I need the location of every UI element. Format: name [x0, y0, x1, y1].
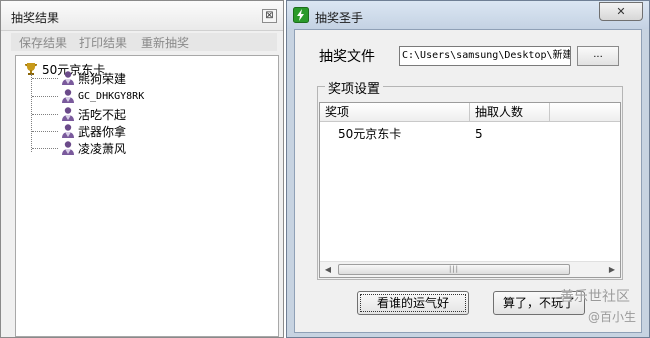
winner-name: 凌凌萧风 — [78, 141, 127, 156]
tree-item[interactable]: 凌凌萧风 — [32, 140, 126, 156]
prize-list[interactable]: 奖项 抽取人数 50元京东卡 5 ◀ ||| ▶ — [319, 102, 621, 278]
results-tree: 50元京东卡 熊狗荣建 GC_DHKGY8RK 活吃不起 武器你拿 凌凌萧风 — [15, 55, 279, 337]
browse-button[interactable]: ... — [577, 46, 619, 66]
lottery-titlebar: 抽奖圣手 ✕ — [287, 1, 649, 29]
results-titlebar: 抽奖结果 ⊠ — [1, 1, 283, 31]
draw-button[interactable]: 看谁的运气好 — [357, 291, 469, 315]
column-header-prize[interactable]: 奖项 — [320, 103, 470, 122]
tree-item[interactable]: 活吃不起 — [32, 106, 126, 122]
file-path-field[interactable]: C:\Users\samsung\Desktop\新建 — [399, 46, 571, 66]
winner-name: GC_DHKGY8RK — [78, 90, 145, 102]
lottery-window-title: 抽奖圣手 — [315, 11, 364, 25]
results-window-title: 抽奖结果 — [11, 11, 60, 25]
person-icon — [62, 141, 74, 155]
results-close-button[interactable]: ⊠ — [262, 9, 277, 23]
winner-name: 武器你拿 — [78, 124, 127, 139]
prize-settings-label: 奖项设置 — [325, 78, 384, 97]
tree-item[interactable]: 武器你拿 — [32, 123, 126, 139]
tree-item[interactable]: 熊狗荣建 — [32, 70, 126, 86]
file-label: 抽奖文件 — [319, 49, 375, 65]
watermark-text: 善乐世社区 — [560, 289, 630, 305]
table-row[interactable]: 50元京东卡 5 — [320, 125, 620, 143]
person-icon — [62, 71, 74, 85]
close-button[interactable]: ✕ — [599, 2, 643, 21]
scroll-thumb[interactable]: ||| — [338, 264, 570, 275]
watermark-handle: @百小生 — [588, 310, 637, 324]
person-icon — [62, 107, 74, 121]
winner-name: 活吃不起 — [78, 107, 127, 122]
person-icon — [62, 124, 74, 138]
redraw-button[interactable]: 重新抽奖 — [141, 34, 189, 51]
app-icon — [293, 7, 309, 23]
results-toolbar: 保存结果 打印结果 重新抽奖 — [11, 33, 277, 51]
prize-count-cell: 5 — [475, 127, 483, 141]
prize-name-cell: 50元京东卡 — [338, 127, 402, 141]
tree-item[interactable]: GC_DHKGY8RK — [32, 88, 144, 104]
results-window: 抽奖结果 ⊠ 保存结果 打印结果 重新抽奖 50元京东卡 熊狗荣建 GC_DHK… — [0, 0, 284, 338]
horizontal-scrollbar[interactable]: ◀ ||| ▶ — [320, 261, 620, 277]
print-results-button[interactable]: 打印结果 — [79, 34, 127, 51]
prize-list-header: 奖项 抽取人数 — [320, 103, 620, 122]
scroll-right-arrow-icon[interactable]: ▶ — [604, 262, 620, 277]
save-results-button[interactable]: 保存结果 — [19, 34, 67, 51]
scroll-left-arrow-icon[interactable]: ◀ — [320, 262, 336, 277]
column-header-count[interactable]: 抽取人数 — [470, 103, 550, 122]
winner-name: 熊狗荣建 — [78, 71, 127, 86]
person-icon — [62, 89, 74, 103]
